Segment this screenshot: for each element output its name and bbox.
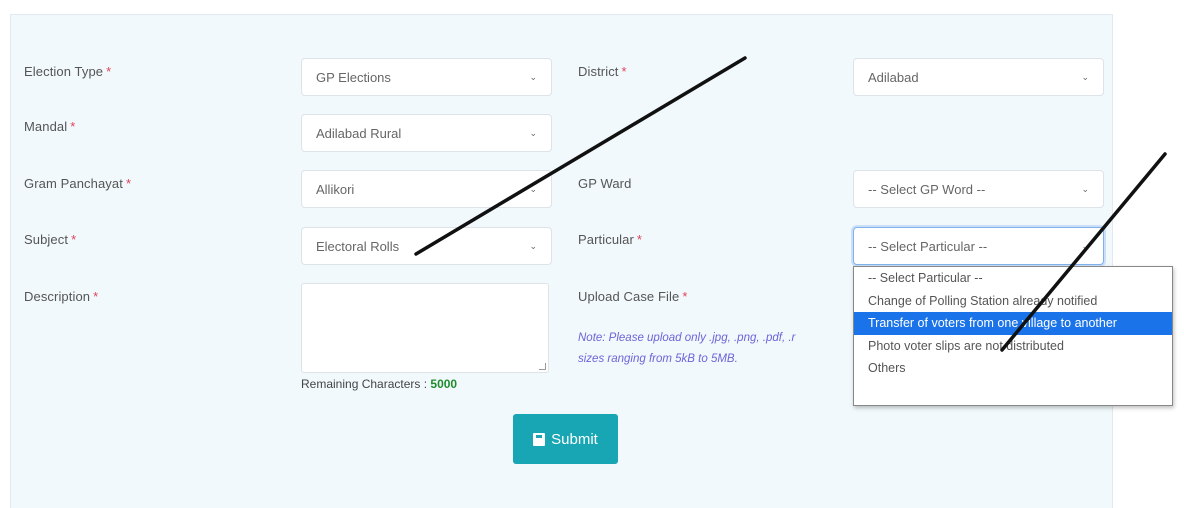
upload-note: Note: Please upload only .jpg, .png, .pd… <box>578 332 796 365</box>
description-textarea[interactable] <box>301 283 549 373</box>
chevron-down-icon: ⌄ <box>529 127 537 138</box>
particular-option[interactable]: Photo voter slips are not distributed <box>854 335 1172 358</box>
chevron-down-icon: ⌄ <box>1081 240 1089 251</box>
election-type-select[interactable]: GP Elections ⌄ <box>301 58 552 96</box>
description-label: Description * <box>24 289 99 304</box>
gram-panchayat-select[interactable]: Allikori ⌄ <box>301 170 552 208</box>
particular-option[interactable]: -- Select Particular -- <box>854 267 1172 290</box>
particular-select[interactable]: -- Select Particular -- ⌄ <box>853 227 1104 265</box>
gp-ward-select[interactable]: -- Select GP Word -- ⌄ <box>853 170 1104 208</box>
gram-panchayat-label: Gram Panchayat * <box>24 176 132 191</box>
particular-dropdown-list[interactable]: -- Select Particular -- Change of Pollin… <box>853 266 1173 406</box>
particular-option[interactable]: Others <box>854 357 1172 380</box>
remaining-characters: Remaining Characters : 5000 <box>301 377 458 391</box>
mandal-select[interactable]: Adilabad Rural ⌄ <box>301 114 552 152</box>
election-type-label: Election Type * <box>24 64 112 79</box>
chevron-down-icon: ⌄ <box>529 183 537 194</box>
district-label: District * <box>578 64 627 79</box>
mandal-label: Mandal * <box>24 119 76 134</box>
upload-case-file-label: Upload Case File * <box>578 289 688 304</box>
chevron-down-icon: ⌄ <box>1081 71 1089 82</box>
chevron-down-icon: ⌄ <box>529 71 537 82</box>
gp-ward-label: GP Ward <box>578 176 632 191</box>
particular-option-highlighted[interactable]: Transfer of voters from one village to a… <box>854 312 1172 335</box>
resize-handle-icon[interactable] <box>539 363 546 370</box>
save-icon <box>533 432 546 446</box>
district-select[interactable]: Adilabad ⌄ <box>853 58 1104 96</box>
submit-button[interactable]: Submit <box>513 414 618 464</box>
particular-label: Particular * <box>578 232 643 247</box>
chevron-down-icon: ⌄ <box>1081 183 1089 194</box>
subject-select[interactable]: Electoral Rolls ⌄ <box>301 227 552 265</box>
subject-label: Subject * <box>24 232 77 247</box>
particular-option[interactable]: Change of Polling Station already notifi… <box>854 290 1172 313</box>
chevron-down-icon: ⌄ <box>529 240 537 251</box>
